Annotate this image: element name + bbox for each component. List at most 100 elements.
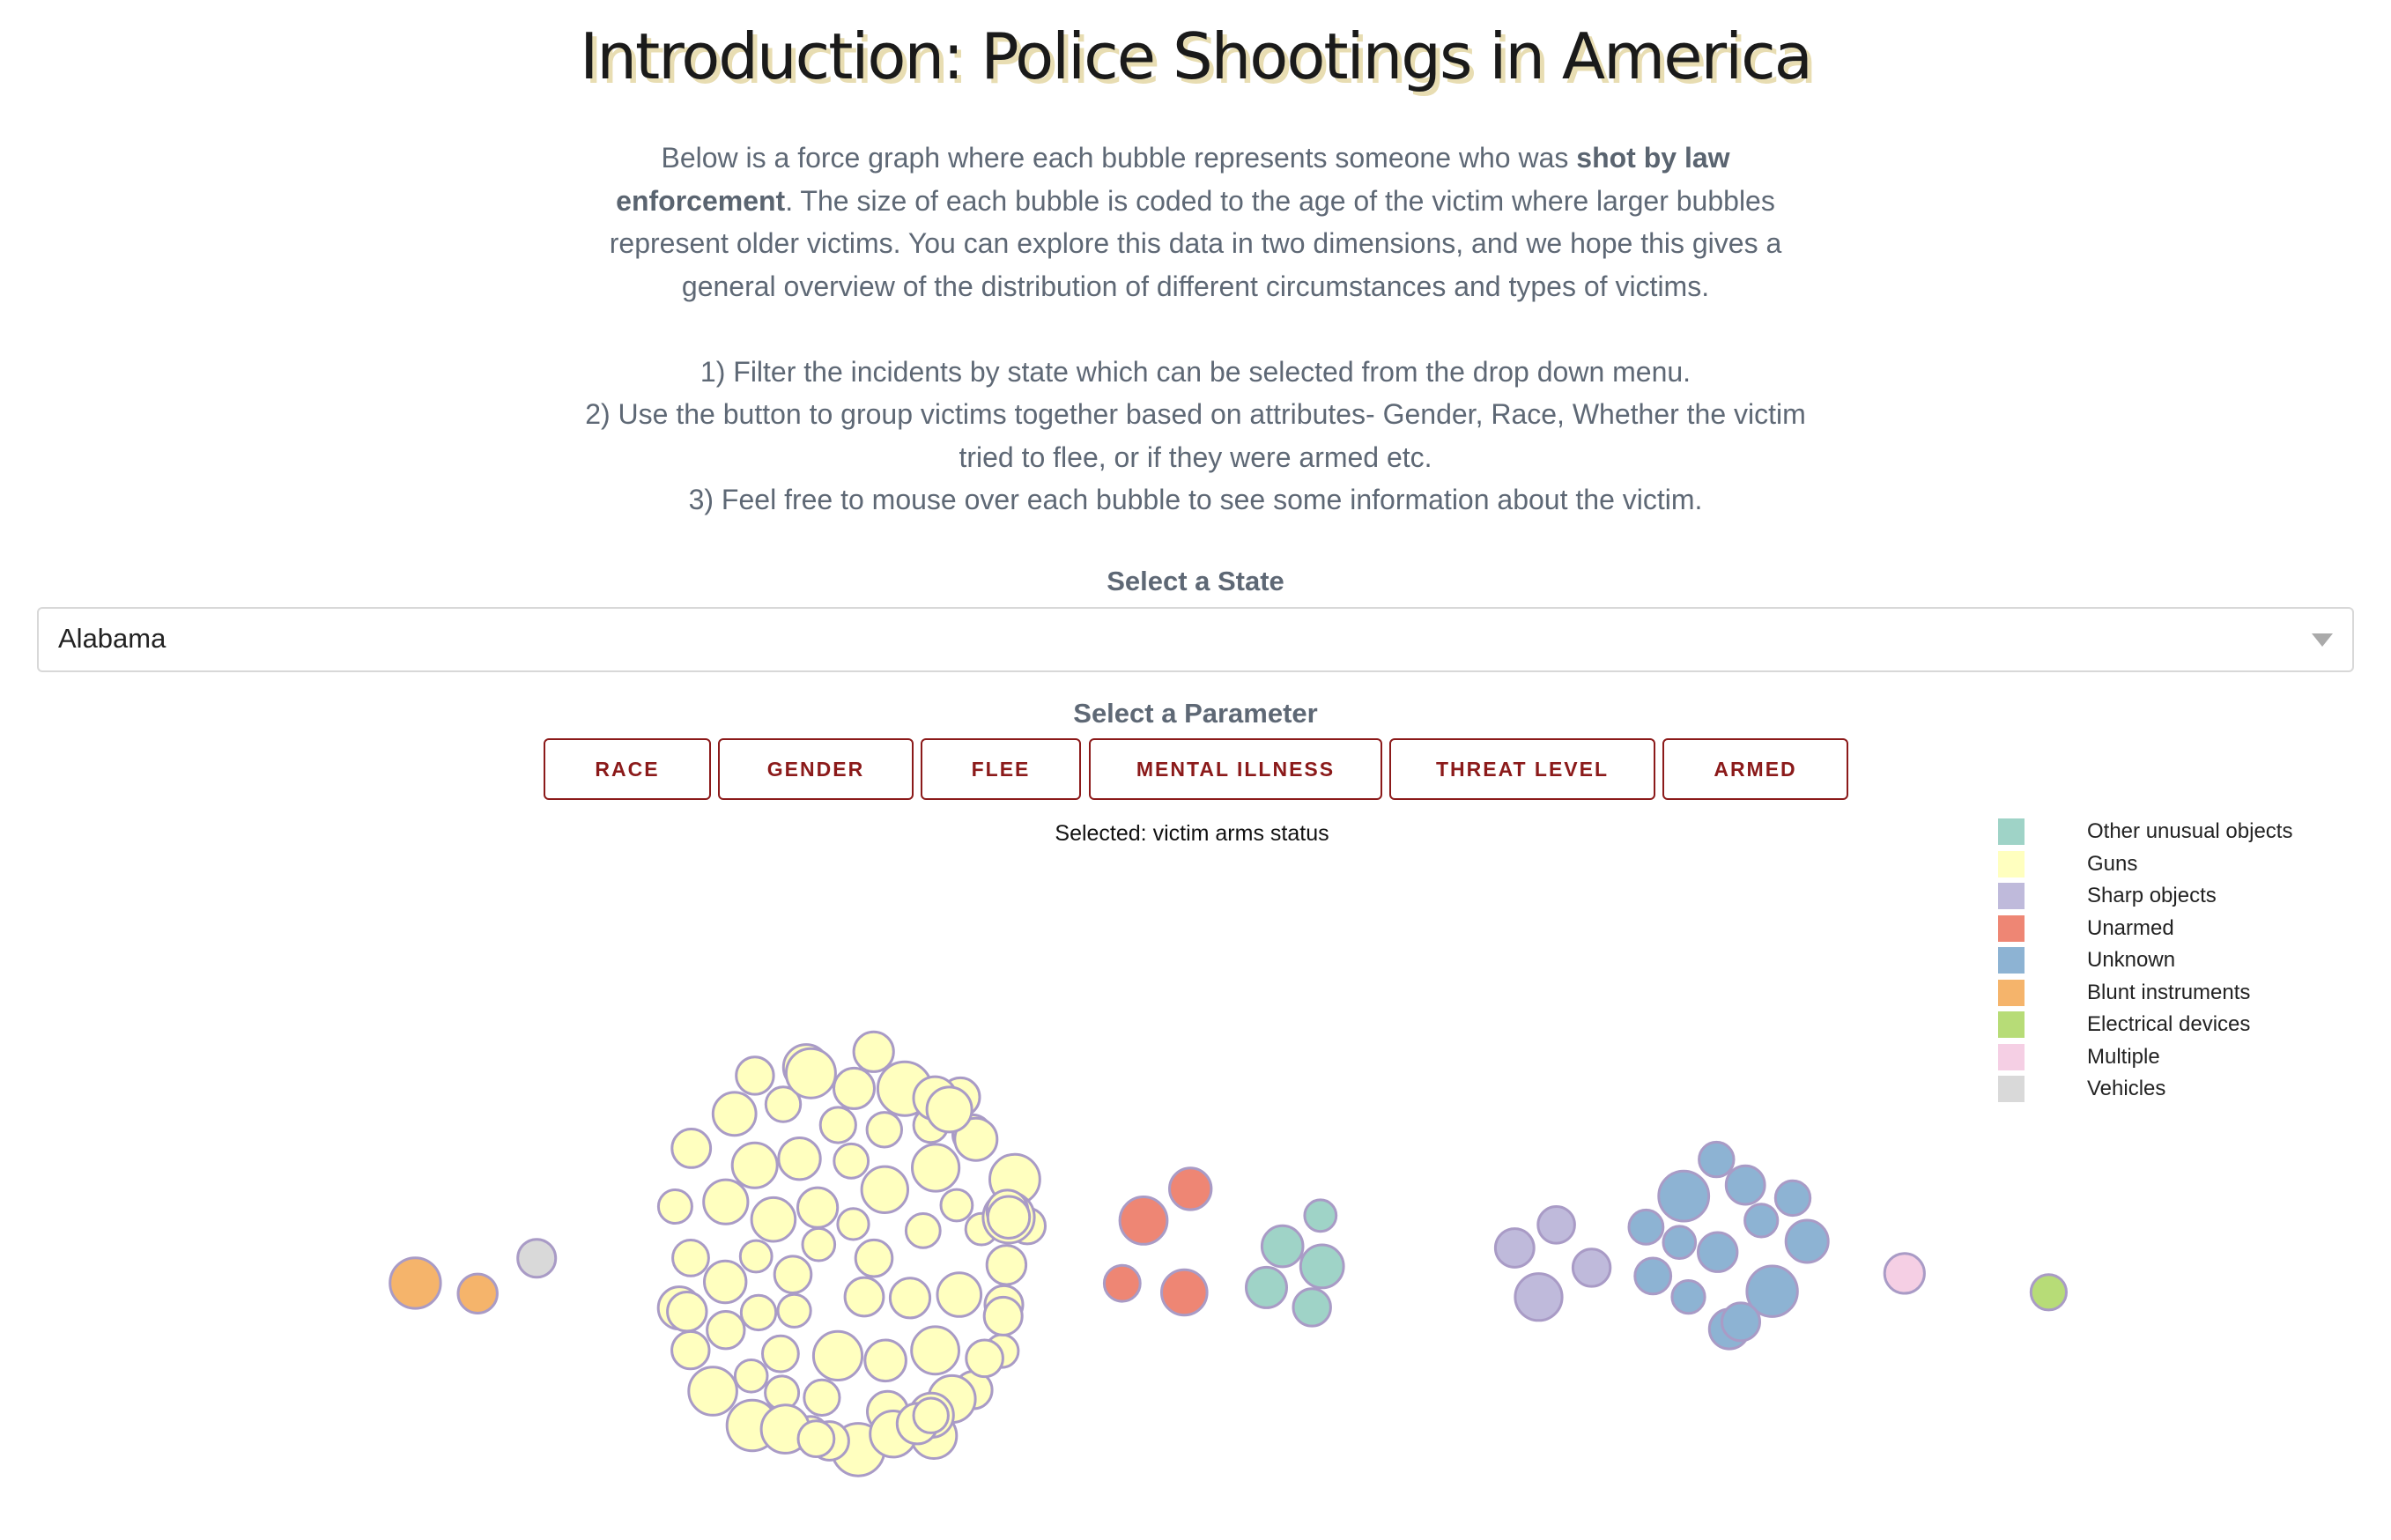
victim-bubble[interactable]	[796, 1186, 840, 1229]
victim-bubble[interactable]	[1571, 1248, 1612, 1288]
victim-bubble[interactable]	[670, 1329, 711, 1371]
legend-label: Guns	[2087, 851, 2138, 876]
victim-bubble[interactable]	[706, 1310, 746, 1351]
intro-paragraph: Below is a force graph where each bubble…	[573, 137, 1818, 307]
victim-bubble[interactable]	[925, 1085, 973, 1134]
legend-label: Unknown	[2087, 948, 2176, 972]
victim-bubble[interactable]	[965, 1338, 1004, 1379]
victim-bubble[interactable]	[1773, 1179, 1812, 1218]
race-button[interactable]: RACE	[544, 738, 711, 800]
gender-button[interactable]: GENDER	[718, 738, 914, 800]
victim-bubble[interactable]	[836, 1207, 870, 1241]
victim-bubble[interactable]	[1627, 1208, 1665, 1246]
state-dropdown[interactable]: Alabama	[37, 607, 2354, 672]
victim-bubble[interactable]	[1514, 1272, 1564, 1322]
victim-bubble[interactable]	[1724, 1164, 1766, 1206]
victim-bubble[interactable]	[702, 1178, 750, 1225]
victim-bubble[interactable]	[936, 1271, 983, 1318]
victim-bubble[interactable]	[1102, 1263, 1142, 1303]
victim-bubble[interactable]	[904, 1212, 942, 1249]
victim-bubble[interactable]	[1536, 1205, 1576, 1245]
victim-bubble[interactable]	[911, 1143, 961, 1193]
legend-swatch	[1998, 914, 2025, 942]
victim-bubble[interactable]	[1260, 1224, 1305, 1269]
instruction-step-1: 1) Filter the incidents by state which c…	[700, 355, 1691, 388]
victim-bubble[interactable]	[750, 1196, 797, 1243]
victim-bubble[interactable]	[1662, 1225, 1698, 1261]
victim-bubble[interactable]	[910, 1325, 960, 1376]
victim-bubble[interactable]	[784, 1047, 837, 1099]
victim-bubble[interactable]	[833, 1066, 876, 1110]
victim-bubble[interactable]	[865, 1111, 903, 1149]
instruction-step-3: 3) Feel free to mouse over each bubble t…	[688, 484, 1703, 515]
victim-bubble[interactable]	[833, 1142, 870, 1180]
victim-bubble[interactable]	[1784, 1218, 1830, 1264]
threat-level-button[interactable]: THREAT LEVEL	[1389, 738, 1655, 800]
victim-bubble[interactable]	[888, 1277, 932, 1320]
victim-bubble[interactable]	[1698, 1140, 1736, 1179]
victim-bubble[interactable]	[803, 1378, 841, 1417]
victim-bubble[interactable]	[843, 1276, 885, 1318]
victim-bubble[interactable]	[711, 1091, 758, 1137]
victim-bubble[interactable]	[1160, 1268, 1209, 1317]
mental-illness-button[interactable]: MENTAL ILLNESS	[1089, 738, 1382, 800]
victim-bubble[interactable]	[687, 1366, 738, 1417]
victim-bubble[interactable]	[1168, 1166, 1213, 1211]
victim-bubble[interactable]	[1299, 1243, 1345, 1290]
victim-bubble[interactable]	[733, 1359, 769, 1394]
victim-bubble[interactable]	[2029, 1273, 2068, 1312]
victim-bubble[interactable]	[818, 1106, 857, 1144]
victim-bubble[interactable]	[986, 1195, 1032, 1240]
victim-bubble[interactable]	[735, 1055, 775, 1096]
victim-bubble[interactable]	[776, 1292, 812, 1329]
victim-bubble[interactable]	[1118, 1196, 1169, 1246]
victim-bubble[interactable]	[516, 1238, 558, 1279]
victim-bubble[interactable]	[761, 1334, 800, 1373]
victim-bubble[interactable]	[773, 1255, 813, 1295]
intro-text-part: Below is a force graph where each bubble…	[661, 142, 1577, 174]
state-dropdown-value: Alabama	[58, 623, 167, 654]
victim-bubble[interactable]	[796, 1419, 836, 1459]
victim-bubble[interactable]	[1303, 1198, 1338, 1233]
victim-bubble[interactable]	[863, 1338, 907, 1383]
victim-bubble[interactable]	[738, 1239, 774, 1274]
victim-bubble[interactable]	[1721, 1301, 1761, 1343]
victim-bubble[interactable]	[656, 1188, 693, 1225]
victim-bubble[interactable]	[811, 1329, 864, 1381]
victim-bubble[interactable]	[389, 1256, 442, 1310]
victim-bubble[interactable]	[1743, 1203, 1780, 1239]
victim-bubble[interactable]	[1292, 1287, 1332, 1328]
victim-bubble[interactable]	[985, 1244, 1028, 1286]
victim-bubble[interactable]	[852, 1030, 895, 1073]
victim-bubble[interactable]	[801, 1226, 837, 1262]
victim-bubble[interactable]	[1633, 1256, 1673, 1296]
victim-bubble[interactable]	[860, 1165, 909, 1215]
page-title: Introduction: Police Shootings in Americ…	[580, 19, 1813, 93]
victim-bubble[interactable]	[739, 1293, 778, 1332]
legend-swatch	[1998, 818, 2025, 845]
intro-text-part: . The size of each bubble is coded to th…	[609, 184, 1782, 302]
victim-bubble[interactable]	[1657, 1169, 1711, 1223]
victim-bubble[interactable]	[703, 1259, 748, 1305]
victim-bubble[interactable]	[1883, 1252, 1926, 1295]
victim-bubble[interactable]	[456, 1272, 499, 1314]
victim-bubble[interactable]	[1493, 1227, 1536, 1269]
chevron-down-icon[interactable]	[2312, 633, 2333, 647]
flee-button[interactable]: FLEE	[921, 738, 1081, 800]
legend-label: Unarmed	[2087, 915, 2174, 940]
victim-bubble[interactable]	[939, 1188, 974, 1223]
victim-bubble[interactable]	[1245, 1265, 1288, 1309]
victim-bubble[interactable]	[854, 1238, 894, 1278]
victim-bubble[interactable]	[777, 1136, 822, 1181]
victim-bubble[interactable]	[670, 1128, 713, 1169]
victim-bubble[interactable]	[671, 1239, 710, 1277]
force-bubble-chart	[389, 1030, 2068, 1477]
victim-bubble[interactable]	[1670, 1279, 1706, 1315]
victim-bubble[interactable]	[1697, 1231, 1739, 1273]
armed-button[interactable]: ARMED	[1662, 738, 1848, 800]
victim-bubble[interactable]	[730, 1141, 779, 1189]
victim-bubble[interactable]	[982, 1295, 1024, 1336]
victim-bubble[interactable]	[666, 1291, 708, 1333]
victim-bubble[interactable]	[912, 1396, 950, 1434]
legend-swatch	[1998, 979, 2025, 1006]
